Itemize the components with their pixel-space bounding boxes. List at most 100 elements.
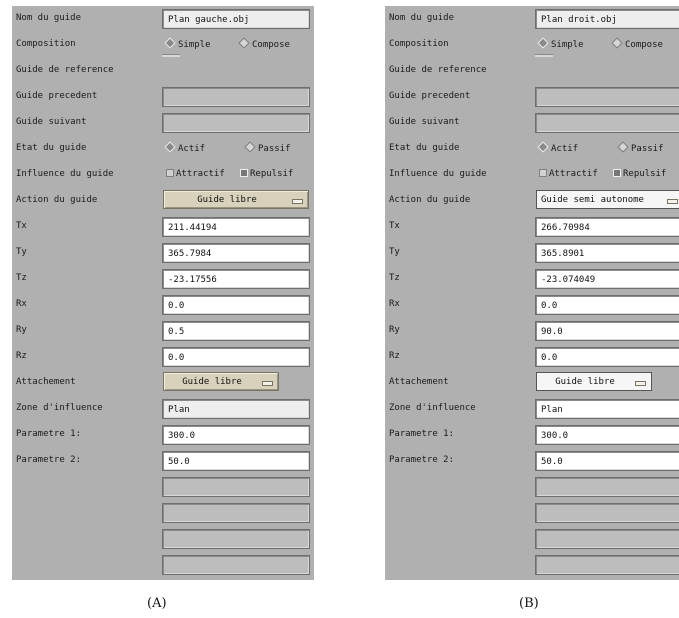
ty-input[interactable]: 365.7984 xyxy=(162,243,310,263)
empty-field[interactable] xyxy=(162,529,310,549)
row-influence: Influence du guide Attractif Repulsif xyxy=(385,162,679,188)
row-rx: Rx 0.0 xyxy=(385,292,679,318)
radio-passif-label: Passif xyxy=(258,144,291,154)
radio-on-icon xyxy=(164,141,176,153)
radio-compose[interactable]: Compose xyxy=(611,37,663,50)
empty-field[interactable] xyxy=(162,503,310,523)
zone-field[interactable]: Plan xyxy=(162,399,310,419)
row-precedent: Guide precedent xyxy=(385,84,679,110)
label-suivant: Guide suivant xyxy=(389,117,460,127)
label-influence: Influence du guide xyxy=(16,169,114,179)
param1-value: 300.0 xyxy=(541,431,569,441)
label-ry: Ry xyxy=(389,325,400,335)
checkbox-on-icon xyxy=(613,169,621,177)
zone-value: Plan xyxy=(168,405,190,415)
attachement-menu[interactable]: Guide libre xyxy=(163,372,279,391)
checkbox-repulsif[interactable]: Repulsif xyxy=(240,169,293,179)
nom-field[interactable]: Plan droit.obj xyxy=(535,9,679,29)
rx-value: 0.0 xyxy=(541,301,558,311)
tx-input[interactable]: 211.44194 xyxy=(162,217,310,237)
param1-input[interactable]: 300.0 xyxy=(535,425,679,445)
attachement-menu[interactable]: Guide libre xyxy=(536,372,652,391)
radio-compose[interactable]: Compose xyxy=(238,37,290,50)
radio-passif[interactable]: Passif xyxy=(617,141,664,154)
ry-input[interactable]: 0.5 xyxy=(162,321,310,341)
option-menu-icon xyxy=(635,381,646,386)
nom-value: Plan gauche.obj xyxy=(168,15,250,25)
tx-value: 211.44194 xyxy=(168,223,217,233)
label-tx: Tx xyxy=(16,221,27,231)
label-etat: Etat du guide xyxy=(16,143,87,153)
rz-input[interactable]: 0.0 xyxy=(162,347,310,367)
checkbox-attractif[interactable]: Attractif xyxy=(539,169,598,179)
label-influence: Influence du guide xyxy=(389,169,487,179)
nom-field[interactable]: Plan gauche.obj xyxy=(162,9,310,29)
precedent-field[interactable] xyxy=(535,87,679,107)
row-ty: Ty 365.8901 xyxy=(385,240,679,266)
param2-input[interactable]: 50.0 xyxy=(535,451,679,471)
radio-passif[interactable]: Passif xyxy=(244,141,291,154)
label-tz: Tz xyxy=(389,273,400,283)
action-menu[interactable]: Guide semi autonome xyxy=(536,190,679,209)
empty-field[interactable] xyxy=(535,503,679,523)
tz-input[interactable]: -23.17556 xyxy=(162,269,310,289)
row-nom: Nom du guide Plan droit.obj xyxy=(385,6,679,32)
rx-input[interactable]: 0.0 xyxy=(535,295,679,315)
nom-value: Plan droit.obj xyxy=(541,15,617,25)
rz-input[interactable]: 0.0 xyxy=(535,347,679,367)
radio-simple[interactable]: Simple xyxy=(164,37,211,50)
ry-input[interactable]: 90.0 xyxy=(535,321,679,341)
param1-input[interactable]: 300.0 xyxy=(162,425,310,445)
guide-panel-a: Nom du guide Plan gauche.obj Composition… xyxy=(12,6,314,580)
suivant-field[interactable] xyxy=(162,113,310,133)
label-param2: Parametre 2: xyxy=(389,455,455,465)
empty-field[interactable] xyxy=(535,555,679,575)
param1-value: 300.0 xyxy=(168,431,196,441)
checkbox-on-icon xyxy=(240,169,248,177)
radio-off-icon xyxy=(244,141,256,153)
checkbox-repulsif-label: Repulsif xyxy=(250,169,294,179)
tz-input[interactable]: -23.074049 xyxy=(535,269,679,289)
radio-on-icon xyxy=(537,37,549,49)
row-attachement: Attachement Guide libre xyxy=(12,370,314,396)
param2-input[interactable]: 50.0 xyxy=(162,451,310,471)
row-param1: Parametre 1: 300.0 xyxy=(12,422,314,448)
action-menu[interactable]: Guide libre xyxy=(163,190,309,209)
empty-field[interactable] xyxy=(535,477,679,497)
row-ry: Ry 90.0 xyxy=(385,318,679,344)
row-tx: Tx 211.44194 xyxy=(12,214,314,240)
label-param2: Parametre 2: xyxy=(16,455,82,465)
row-composition: Composition Simple Compose xyxy=(12,32,314,58)
label-attachement: Attachement xyxy=(16,377,76,387)
action-menu-value: Guide libre xyxy=(197,195,257,205)
radio-simple[interactable]: Simple xyxy=(537,37,584,50)
caption-a: (A) xyxy=(147,596,167,611)
row-etat: Etat du guide Actif Passif xyxy=(385,136,679,162)
ty-input[interactable]: 365.8901 xyxy=(535,243,679,263)
tx-input[interactable]: 266.70984 xyxy=(535,217,679,237)
row-tx: Tx 266.70984 xyxy=(385,214,679,240)
empty-field[interactable] xyxy=(162,555,310,575)
param2-value: 50.0 xyxy=(541,457,563,467)
row-empty-4 xyxy=(12,552,314,578)
checkbox-repulsif[interactable]: Repulsif xyxy=(613,169,666,179)
empty-field[interactable] xyxy=(162,477,310,497)
row-suivant: Guide suivant xyxy=(12,110,314,136)
ty-value: 365.8901 xyxy=(541,249,585,259)
rz-value: 0.0 xyxy=(541,353,558,363)
radio-actif[interactable]: Actif xyxy=(537,141,578,154)
row-param1: Parametre 1: 300.0 xyxy=(385,422,679,448)
row-ty: Ty 365.7984 xyxy=(12,240,314,266)
row-empty-1 xyxy=(385,474,679,500)
rx-input[interactable]: 0.0 xyxy=(162,295,310,315)
row-nom: Nom du guide Plan gauche.obj xyxy=(12,6,314,32)
empty-field[interactable] xyxy=(535,529,679,549)
zone-field[interactable]: Plan xyxy=(535,399,679,419)
radio-actif[interactable]: Actif xyxy=(164,141,205,154)
precedent-field[interactable] xyxy=(162,87,310,107)
suivant-field[interactable] xyxy=(535,113,679,133)
checkbox-attractif[interactable]: Attractif xyxy=(166,169,225,179)
row-ry: Ry 0.5 xyxy=(12,318,314,344)
label-tx: Tx xyxy=(389,221,400,231)
label-composition: Composition xyxy=(16,39,76,49)
